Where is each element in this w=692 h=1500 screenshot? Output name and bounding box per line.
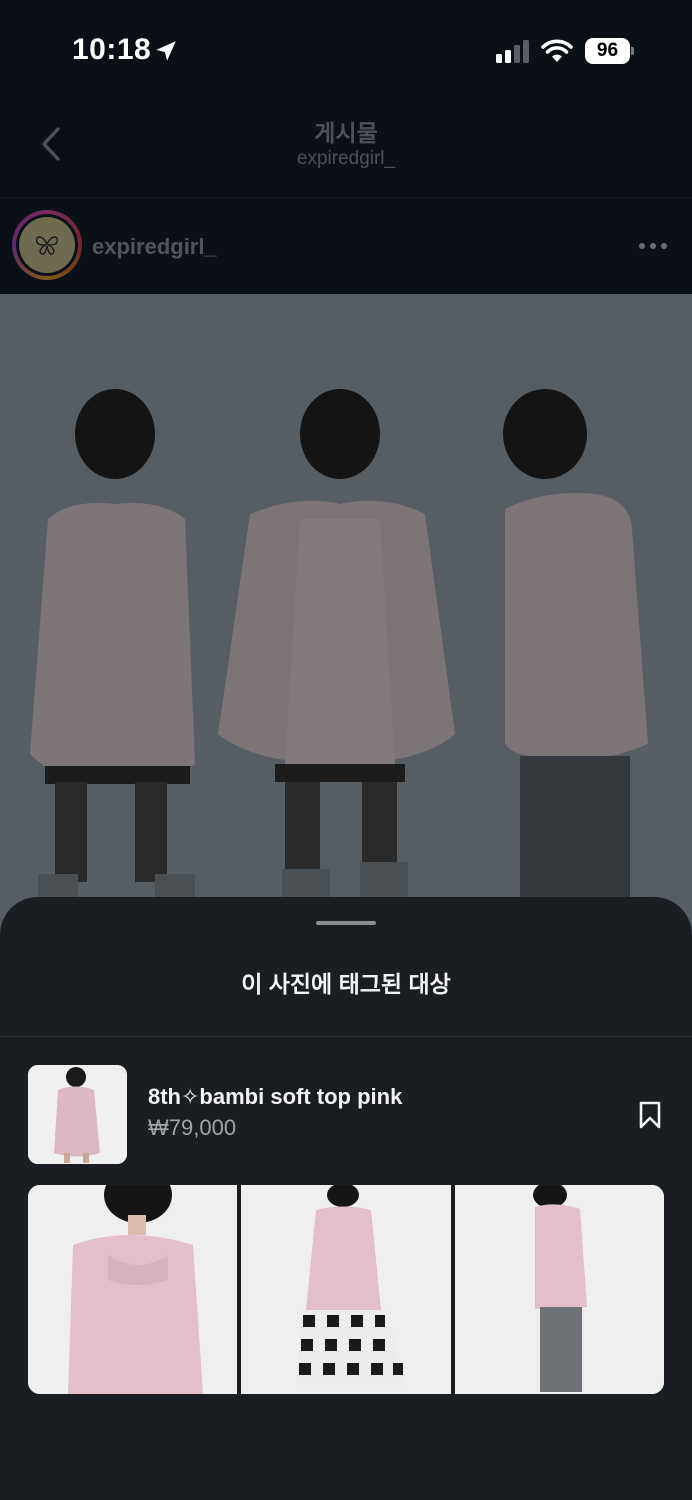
post-image (30, 389, 648, 909)
tagged-products-sheet: 이 사진에 태그된 대상 8th✧bambi soft top pink ₩79… (0, 897, 692, 1500)
gallery-image-gray-pants (454, 1185, 664, 1394)
wifi-icon (541, 39, 573, 62)
page-subtitle: expiredgirl_ (296, 148, 396, 169)
bookmark-icon[interactable] (638, 1101, 662, 1129)
gallery-image-plaid-skirt (241, 1185, 451, 1394)
post-photo[interactable] (0, 294, 692, 934)
avatar[interactable] (12, 210, 82, 280)
author-username[interactable]: expiredgirl_ (92, 234, 217, 260)
post-author-row: expiredgirl_ (0, 198, 692, 294)
butterfly-logo-icon (35, 236, 59, 255)
sheet-grabber[interactable] (316, 921, 376, 925)
page-title: 게시물 (314, 120, 378, 146)
product-thumbnail-image (28, 1065, 127, 1164)
signal-icon (496, 40, 529, 63)
status-time: 10:18 (72, 33, 152, 66)
location-arrow-icon (156, 41, 176, 61)
ellipsis-icon[interactable] (638, 242, 668, 250)
battery-icon: 96 (585, 38, 635, 64)
battery-level: 96 (585, 38, 630, 64)
sheet-title: 이 사진에 태그된 대상 (241, 971, 451, 997)
product-price: ₩79,000 (148, 1115, 237, 1140)
gallery-image[interactable] (454, 1185, 664, 1394)
gallery-image[interactable] (241, 1185, 451, 1394)
product-gallery (28, 1185, 664, 1394)
product-thumbnail[interactable] (28, 1065, 127, 1164)
product-name[interactable]: 8th✧bambi soft top pink (148, 1084, 402, 1110)
post-header: 게시물 expiredgirl_ (0, 100, 692, 198)
model-figure-left (30, 389, 195, 904)
divider (0, 1036, 692, 1037)
model-figure-right (503, 389, 648, 906)
gallery-image-closeup (28, 1185, 237, 1394)
gallery-image[interactable] (28, 1185, 238, 1394)
model-figure-center (218, 389, 455, 909)
status-bar: 10:18 96 (0, 0, 692, 100)
